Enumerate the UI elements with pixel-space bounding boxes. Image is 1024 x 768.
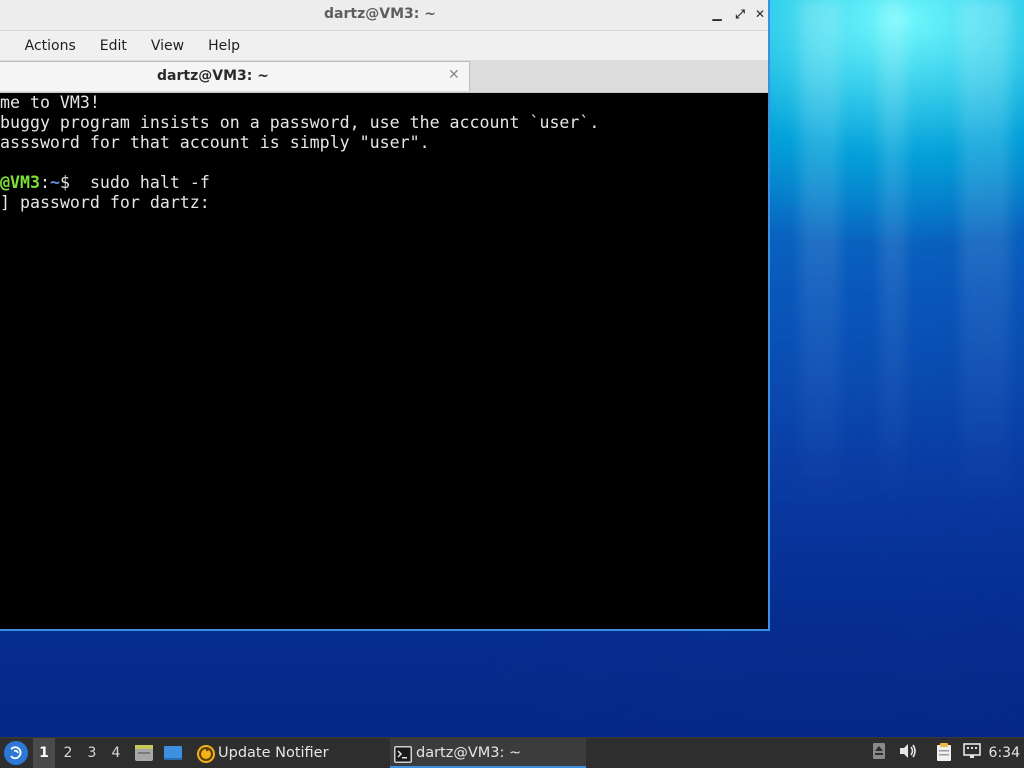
terminal-icon (394, 744, 412, 763)
menu-bar: e Actions Edit View Help (0, 31, 768, 60)
task-terminal[interactable]: dartz@VM3: ~ (390, 738, 586, 768)
task-label: dartz@VM3: ~ (416, 745, 522, 761)
update-notifier-icon (196, 744, 215, 763)
tab-label: dartz@VM3: ~ (157, 68, 269, 84)
menu-view[interactable]: View (151, 38, 184, 54)
prompt-separator: : (39, 173, 50, 192)
window-titlebar[interactable]: dartz@VM3: ~ ▁ ⤢ ✕ (0, 0, 768, 31)
terminal-line: a buggy program insists on a password, u… (0, 113, 600, 132)
tab-close-icon[interactable]: ✕ (448, 67, 460, 83)
terminal-window[interactable]: dartz@VM3: ~ ▁ ⤢ ✕ e Actions Edit View H… (0, 0, 770, 631)
start-menu-icon[interactable] (4, 741, 28, 765)
terminal-text: come to VM3! a buggy program insists on … (0, 93, 599, 213)
show-desktop-icon[interactable] (163, 744, 183, 762)
terminal-line: passsword for that account is simply "us… (0, 133, 430, 152)
desktop-2[interactable]: 2 (57, 738, 79, 768)
window-title: dartz@VM3: ~ (324, 6, 436, 22)
maximize-button[interactable]: ⤢ (732, 6, 748, 22)
menu-actions[interactable]: Actions (25, 38, 76, 54)
tab-bar: dartz@VM3: ~ ✕ (0, 60, 768, 93)
taskbar: 1 2 3 4 Update Notifier dartz@VM3: ~ 6:3… (0, 737, 1024, 768)
prompt-path: ~ (49, 173, 60, 192)
task-label: Update Notifier (218, 745, 329, 761)
close-button[interactable]: ✕ (752, 6, 768, 22)
clipboard-icon[interactable] (933, 742, 955, 764)
terminal-line: come to VM3! (0, 93, 100, 112)
network-icon[interactable] (961, 742, 983, 764)
file-manager-icon[interactable] (134, 744, 154, 762)
desktop-4[interactable]: 4 (105, 738, 127, 768)
minimize-button[interactable]: ▁ (709, 6, 725, 22)
menu-edit[interactable]: Edit (100, 38, 127, 54)
menu-file[interactable]: e (0, 38, 1, 54)
eject-icon[interactable] (870, 742, 888, 764)
desktop-3[interactable]: 3 (81, 738, 103, 768)
volume-icon[interactable] (897, 742, 919, 764)
task-update-notifier[interactable]: Update Notifier (192, 738, 382, 768)
clock[interactable]: 6:34 (986, 738, 1020, 768)
menu-help[interactable]: Help (208, 38, 240, 54)
desktop-1[interactable]: 1 (33, 738, 55, 768)
terminal-command: sudo halt -f (89, 173, 210, 192)
sudo-password-prompt: do] password for dartz: (0, 193, 210, 212)
terminal-output[interactable]: come to VM3! a buggy program insists on … (0, 93, 768, 629)
prompt-symbol: $ (59, 173, 90, 192)
prompt-user: tz@VM3 (0, 173, 40, 192)
tab-terminal[interactable]: dartz@VM3: ~ ✕ (0, 61, 470, 91)
